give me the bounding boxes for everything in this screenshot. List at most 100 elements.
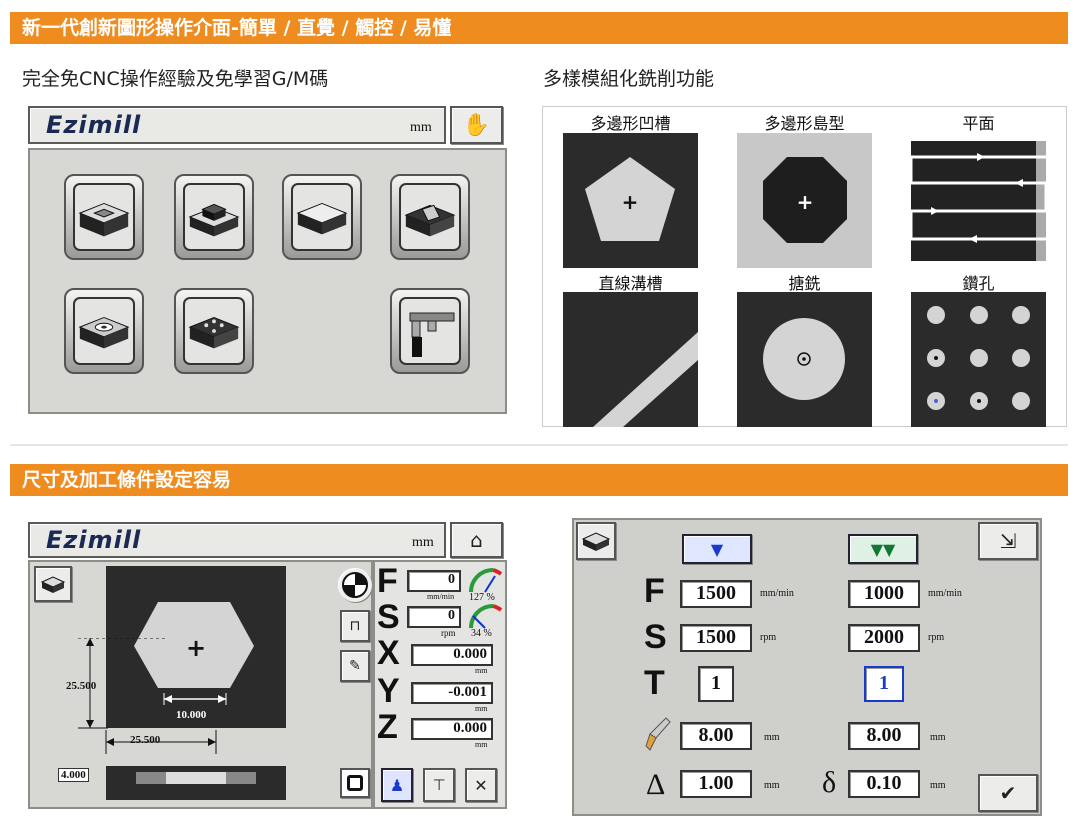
tool-dia-rough-value[interactable]: 8.00 — [680, 722, 752, 750]
tool-button[interactable]: ✎ — [340, 650, 370, 682]
origin-icon — [342, 572, 368, 598]
island-block-icon — [188, 203, 240, 237]
feature-label-face: 平面 — [962, 114, 995, 133]
caliper-icon — [409, 312, 455, 357]
feed-gauge-icon — [469, 568, 503, 593]
feed-finish-unit: mm/min — [928, 588, 962, 599]
roughing-tab[interactable]: ▼ — [682, 534, 752, 564]
home-button[interactable]: ⌂ — [450, 522, 503, 558]
unit-label: mm — [410, 120, 432, 135]
export-icon: ⇲ — [999, 529, 1017, 553]
unit-label: mm — [412, 535, 434, 550]
line-slot-icon — [563, 292, 698, 427]
feed-letter: F — [644, 572, 665, 610]
svg-text:+: + — [186, 634, 206, 662]
feed-finish-value[interactable]: 1000 — [848, 580, 920, 608]
wrench-icon: ✕ — [474, 775, 488, 795]
y-axis-value: -0.001 — [411, 682, 493, 704]
readout-area: F 0 mm/min 127 % S 0 rpm 34 % X 0.000 mm… — [373, 560, 507, 809]
tap-button[interactable]: ⊤ — [423, 768, 455, 802]
feed-rough-value[interactable]: 1500 — [680, 580, 752, 608]
parameter-screen: ▼ ▼▼ ⇲ F 1500 mm/min 1000 mm/min S 1500 … — [572, 518, 1042, 816]
feature-label-octagon-island: 多邊形島型 — [764, 114, 845, 133]
title-bar: Ezimill mm — [28, 522, 446, 558]
feature-label-drilling: 鑽孔 — [962, 274, 995, 293]
face-block-icon — [296, 202, 348, 235]
double-arrow-down-icon: ▼▼ — [870, 539, 896, 559]
depth-dimension: 4.000 — [58, 768, 89, 782]
pocket-block-icon — [78, 202, 130, 237]
x-axis-letter: X — [377, 634, 400, 672]
y-axis-unit: mm — [475, 704, 488, 713]
tool-dia-finish-unit: mm — [930, 732, 946, 743]
spindle-finish-unit: rpm — [928, 632, 945, 643]
drill-mode-button[interactable] — [174, 288, 254, 374]
x-axis-value: 0.000 — [411, 644, 493, 666]
face-milling-icon — [909, 133, 1048, 268]
spindle-rough-value[interactable]: 1500 — [680, 624, 752, 652]
step-depth-value[interactable]: 1.00 — [680, 770, 752, 798]
left-subheading: 完全免CNC操作經驗及免學習G/M碼 — [22, 68, 329, 90]
endmill-icon — [645, 717, 671, 751]
stop-button[interactable] — [340, 768, 370, 798]
svg-text:+: + — [622, 190, 639, 214]
tool-rough-number[interactable]: 1 — [698, 666, 734, 702]
origin-button[interactable] — [338, 568, 372, 602]
block-icon — [40, 576, 66, 593]
boring-block-icon — [78, 316, 130, 349]
delta-symbol: Δ — [646, 768, 666, 801]
section-banner-settings: 尺寸及加工條件設定容易 — [10, 464, 1068, 496]
island-mode-button[interactable] — [174, 174, 254, 260]
offset-dimension: 25.500 — [130, 734, 161, 746]
feature-label-pentagon-pocket: 多邊形凹槽 — [590, 114, 671, 133]
single-arrow-down-icon: ▼ — [710, 539, 724, 559]
drill-block-icon — [188, 316, 240, 349]
face-mode-button[interactable] — [282, 174, 362, 260]
slot-block-icon — [404, 204, 456, 237]
menu-area — [28, 148, 507, 414]
y-axis-letter: Y — [377, 672, 400, 710]
coolant-button[interactable]: ♟ — [381, 768, 413, 802]
x-axis-unit: mm — [475, 666, 488, 675]
back-button[interactable] — [576, 522, 616, 560]
spindle-gauge-icon — [469, 604, 503, 629]
feature-label-boring: 搪銑 — [788, 274, 821, 293]
section-divider — [10, 444, 1068, 446]
pentagon-pocket-icon: + — [563, 133, 698, 268]
manual-mode-button[interactable]: ✋ — [450, 106, 503, 144]
width-dimension: 10.000 — [176, 709, 207, 721]
boring-icon — [737, 292, 872, 427]
tools-button[interactable]: ✕ — [465, 768, 497, 802]
faucet-icon: ⊤ — [432, 776, 446, 794]
height-dimension: 25.500 — [66, 680, 97, 692]
measure-mode-button[interactable] — [390, 288, 470, 374]
title-bar: Ezimill mm — [28, 106, 446, 144]
drawing-area: + 10.000 25.500 25.500 4.000 ⊓ ✎ — [28, 560, 373, 809]
drilling-icon — [911, 292, 1046, 427]
boring-mode-button[interactable] — [64, 288, 144, 374]
tool-change-button[interactable]: ⊓ — [340, 610, 370, 642]
block-icon — [581, 532, 611, 551]
finish-allowance-value[interactable]: 0.10 — [848, 770, 920, 798]
pocket-mode-button[interactable] — [64, 174, 144, 260]
small-delta-symbol: δ — [822, 766, 837, 799]
finishing-tab[interactable]: ▼▼ — [848, 534, 918, 564]
feed-letter: F — [377, 562, 398, 600]
checkmark-icon: ✔ — [999, 781, 1017, 805]
depth-bar — [106, 766, 286, 800]
machining-screen: Ezimill mm ⌂ + 10.000 25.500 25.500 4.00… — [28, 522, 507, 809]
hand-icon: ✋ — [462, 112, 491, 138]
spindle-unit: rpm — [441, 628, 456, 638]
feature-label-line-slot: 直線溝槽 — [598, 274, 663, 293]
octagon-island-icon: + — [737, 133, 872, 268]
slot-mode-button[interactable] — [390, 174, 470, 260]
confirm-button[interactable]: ✔ — [978, 774, 1038, 812]
tool-dia-finish-value[interactable]: 8.00 — [848, 722, 920, 750]
coolant-icon: ♟ — [389, 775, 405, 795]
export-button[interactable]: ⇲ — [978, 522, 1038, 560]
z-axis-unit: mm — [475, 740, 488, 749]
spindle-finish-value[interactable]: 2000 — [848, 624, 920, 652]
back-button[interactable] — [34, 566, 72, 602]
tool-finish-number[interactable]: 1 — [864, 666, 904, 702]
stop-icon — [347, 775, 363, 791]
